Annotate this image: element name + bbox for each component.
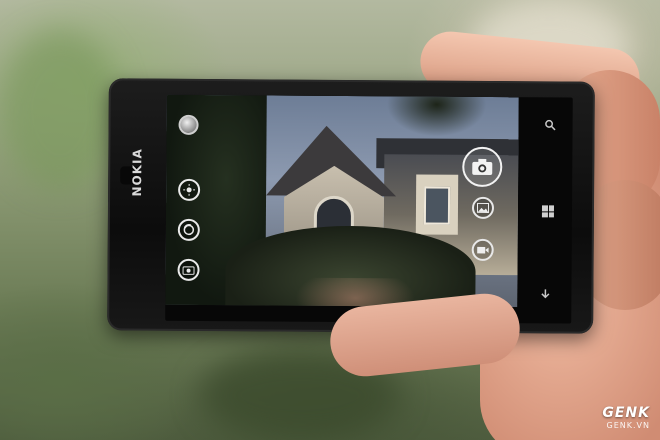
- flash-icon[interactable]: [178, 114, 199, 135]
- viewfinder-palm: [386, 96, 487, 137]
- video-icon: [477, 246, 489, 254]
- watermark-brand: GENK: [602, 405, 650, 421]
- search-icon[interactable]: [545, 119, 556, 133]
- phone: NOKIA: [107, 78, 595, 334]
- camera-icon: [472, 158, 493, 175]
- phone-screen: [165, 94, 573, 324]
- windows-icon[interactable]: [541, 205, 555, 218]
- phone-brand-label: NOKIA: [130, 148, 145, 197]
- photo-mode-button[interactable]: [471, 196, 495, 219]
- bokeh-foliage: [0, 30, 120, 190]
- camera-lens-icon[interactable]: [177, 258, 200, 281]
- focus-icon[interactable]: [177, 218, 200, 241]
- shutter-button[interactable]: [462, 146, 503, 188]
- brightness-icon[interactable]: [178, 178, 201, 201]
- video-mode-button[interactable]: [471, 238, 494, 261]
- photo-scene: NOKIA GENK GENK.VN: [0, 0, 660, 440]
- watermark: GENK GENK.VN: [602, 405, 650, 430]
- camera-viewfinder[interactable]: [165, 94, 519, 308]
- viewfinder-window: [423, 186, 451, 225]
- image-icon: [476, 202, 490, 213]
- back-arrow-icon[interactable]: [539, 287, 551, 302]
- watermark-domain: GENK.VN: [606, 421, 650, 430]
